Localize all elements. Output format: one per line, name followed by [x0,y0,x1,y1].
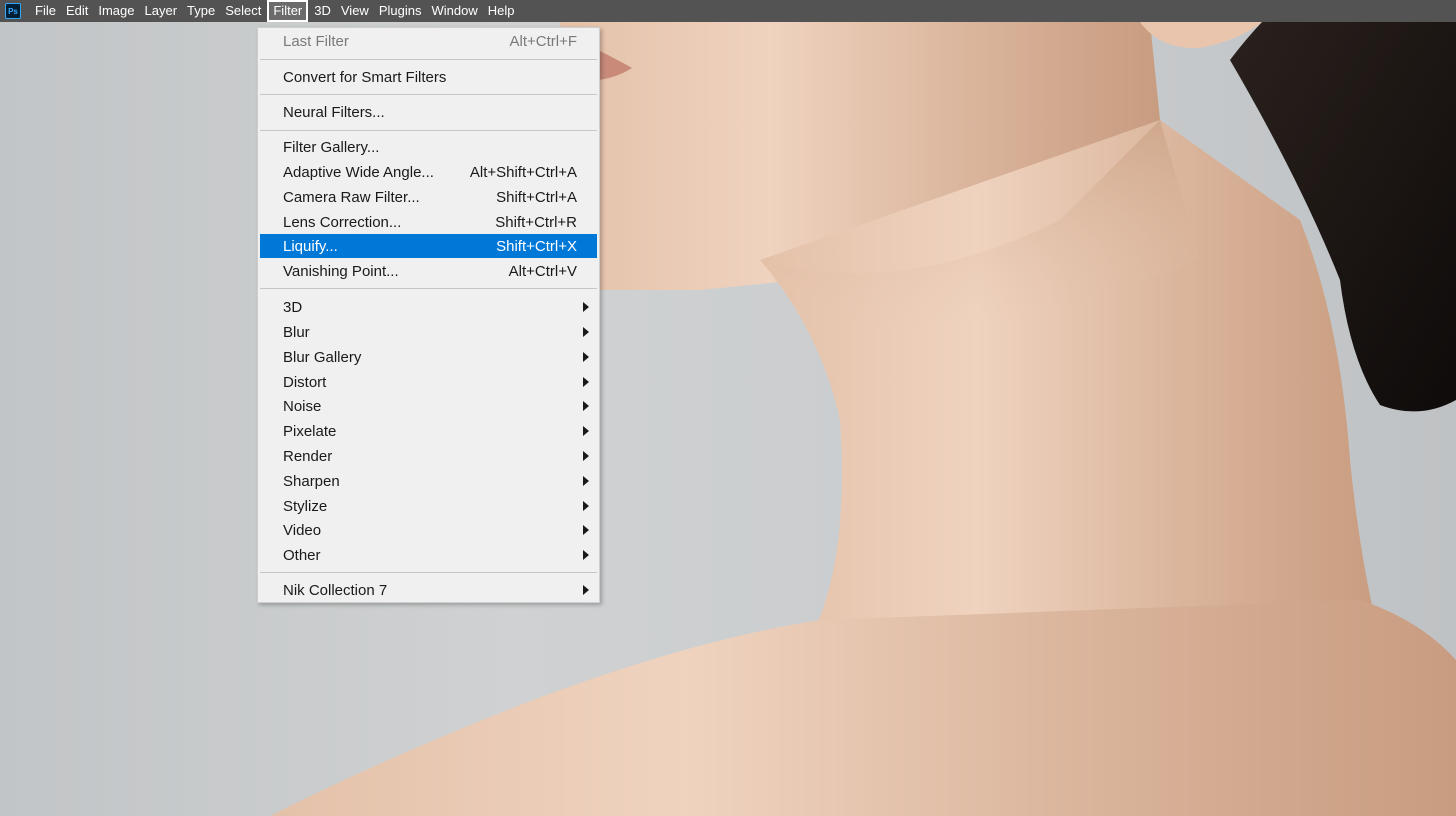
submenu-3d[interactable]: 3D [260,295,597,319]
menu-item-shortcut: Alt+Shift+Ctrl+A [469,163,577,181]
menu-separator [260,288,597,289]
menu-item-label: Pixelate [283,422,337,440]
menu-item-label: 3D [283,298,303,316]
submenu-render[interactable]: Render [260,444,597,468]
portrait-photo [270,22,1456,816]
menu-3d[interactable]: 3D [309,0,336,22]
menu-item-shortcut: Alt+Ctrl+V [508,262,577,280]
menu-item-label: Last Filter [283,32,349,50]
submenu-arrow-icon [583,476,589,486]
submenu-arrow-icon [583,377,589,387]
photoshop-logo-icon[interactable]: Ps [5,3,21,19]
menu-item-label: Distort [283,373,327,391]
menu-separator [260,572,597,573]
submenu-arrow-icon [583,501,589,511]
submenu-other[interactable]: Other [260,543,597,567]
menu-item-label: Video [283,521,322,539]
menu-item-label: Liquify... [283,237,338,255]
submenu-arrow-icon [583,302,589,312]
menu-bar: Ps File Edit Image Layer Type Select Fil… [0,0,1456,22]
filter-dropdown-menu: Last Filter Alt+Ctrl+F Convert for Smart… [257,27,600,603]
menu-item-convert-smart-filters[interactable]: Convert for Smart Filters [260,65,597,89]
menu-select[interactable]: Select [220,0,266,22]
submenu-arrow-icon [583,550,589,560]
menu-item-label: Camera Raw Filter... [283,188,420,206]
menu-item-label: Lens Correction... [283,213,402,231]
submenu-video[interactable]: Video [260,518,597,542]
menu-item-label: Noise [283,397,322,415]
menu-edit[interactable]: Edit [61,0,93,22]
menu-item-label: Filter Gallery... [283,138,380,156]
submenu-blur[interactable]: Blur [260,320,597,344]
menu-item-label: Other [283,546,321,564]
menu-item-label: Sharpen [283,472,340,490]
menu-item-filter-gallery[interactable]: Filter Gallery... [260,135,597,159]
menu-item-shortcut: Alt+Ctrl+F [509,32,577,50]
menu-help[interactable]: Help [483,0,520,22]
submenu-blur-gallery[interactable]: Blur Gallery [260,345,597,369]
submenu-arrow-icon [583,401,589,411]
menu-layer[interactable]: Layer [140,0,183,22]
submenu-sharpen[interactable]: Sharpen [260,469,597,493]
submenu-pixelate[interactable]: Pixelate [260,419,597,443]
submenu-arrow-icon [583,525,589,535]
menu-item-adaptive-wide-angle[interactable]: Adaptive Wide Angle... Alt+Shift+Ctrl+A [260,160,597,184]
submenu-distort[interactable]: Distort [260,370,597,394]
menu-item-liquify[interactable]: Liquify... Shift+Ctrl+X [260,234,597,258]
menu-item-label: Vanishing Point... [283,262,399,280]
submenu-arrow-icon [583,585,589,595]
menu-item-shortcut: Shift+Ctrl+X [496,237,577,255]
menu-plugins[interactable]: Plugins [374,0,427,22]
menu-item-label: Stylize [283,497,328,515]
menu-item-label: Neural Filters... [283,103,385,121]
menu-item-shortcut: Shift+Ctrl+R [495,213,577,231]
document-canvas[interactable] [0,22,1456,816]
menu-separator [260,59,597,60]
menu-item-vanishing-point[interactable]: Vanishing Point... Alt+Ctrl+V [260,259,597,283]
submenu-arrow-icon [583,327,589,337]
menu-item-label: Blur [283,323,310,341]
menu-separator [260,130,597,131]
menu-item-label: Blur Gallery [283,348,362,366]
menu-item-lens-correction[interactable]: Lens Correction... Shift+Ctrl+R [260,210,597,234]
menu-file[interactable]: File [30,0,61,22]
menu-item-label: Adaptive Wide Angle... [283,163,434,181]
menu-item-camera-raw-filter[interactable]: Camera Raw Filter... Shift+Ctrl+A [260,185,597,209]
menu-item-label: Render [283,447,333,465]
submenu-stylize[interactable]: Stylize [260,494,597,518]
menu-item-shortcut: Shift+Ctrl+A [496,188,577,206]
menu-item-label: Convert for Smart Filters [283,68,447,86]
menu-item-neural-filters[interactable]: Neural Filters... [260,100,597,124]
menu-image[interactable]: Image [93,0,139,22]
menu-filter[interactable]: Filter [267,0,309,22]
menu-item-label: Nik Collection 7 [283,581,388,599]
menu-window[interactable]: Window [426,0,482,22]
menu-type[interactable]: Type [182,0,220,22]
menu-view[interactable]: View [336,0,374,22]
submenu-arrow-icon [583,451,589,461]
submenu-nik-collection[interactable]: Nik Collection 7 [260,578,597,602]
menu-item-last-filter: Last Filter Alt+Ctrl+F [260,29,597,53]
submenu-arrow-icon [583,426,589,436]
submenu-noise[interactable]: Noise [260,394,597,418]
menu-separator [260,94,597,95]
submenu-arrow-icon [583,352,589,362]
